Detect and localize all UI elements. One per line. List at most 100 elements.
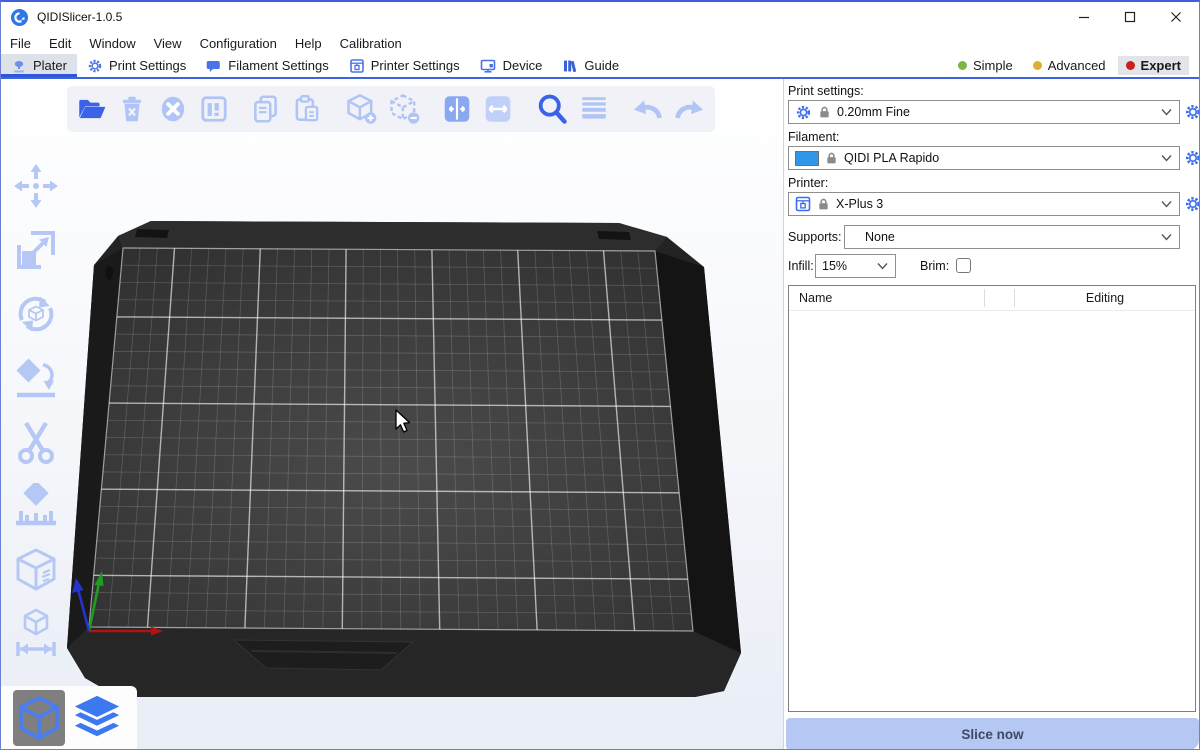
- printer-icon: [349, 58, 365, 74]
- build-plate: [1, 79, 783, 750]
- supports-label: Supports:: [788, 230, 842, 244]
- place-on-face-icon[interactable]: [10, 353, 62, 403]
- column-name: Name: [789, 289, 985, 307]
- menu-configuration[interactable]: Configuration: [191, 36, 286, 51]
- chevron-down-icon: [1161, 233, 1172, 241]
- filament-icon: [206, 58, 222, 74]
- filament-gear-button[interactable]: [1184, 149, 1200, 167]
- supports-combo[interactable]: None: [844, 225, 1180, 249]
- tab-print-settings[interactable]: Print Settings: [77, 54, 196, 77]
- printer-value: X-Plus 3: [836, 197, 883, 211]
- filament-value: QIDI PLA Rapido: [844, 151, 939, 165]
- viewport-3d[interactable]: [1, 79, 783, 750]
- object-list-header: Name Editing: [789, 286, 1195, 311]
- tab-label: Print Settings: [109, 58, 186, 73]
- print-settings-label: Print settings:: [788, 84, 864, 98]
- main-tab-bar: Plater Print Settings Filament Settings …: [1, 54, 1199, 79]
- device-monitor-icon: [480, 58, 497, 74]
- tab-guide[interactable]: Guide: [552, 54, 629, 77]
- column-extruder: [985, 289, 1015, 307]
- delete-icon[interactable]: [116, 92, 148, 126]
- redo-icon[interactable]: [673, 92, 707, 126]
- split-to-objects-icon[interactable]: [441, 92, 473, 126]
- infill-combo[interactable]: 15%: [815, 254, 896, 278]
- mode-label: Simple: [973, 58, 1013, 73]
- object-list: Name Editing: [788, 285, 1196, 712]
- move-icon[interactable]: [10, 161, 62, 211]
- search-icon[interactable]: [535, 92, 569, 126]
- tab-label: Plater: [33, 58, 67, 73]
- printer-combo[interactable]: X-Plus 3: [788, 192, 1180, 216]
- infill-value: 15%: [822, 259, 847, 273]
- brim-checkbox[interactable]: [956, 258, 971, 273]
- open-icon[interactable]: [75, 92, 107, 126]
- app-window: QIDISlicer-1.0.5 File Edit Window View C…: [0, 0, 1200, 750]
- tab-label: Filament Settings: [228, 58, 328, 73]
- remove-instance-icon[interactable]: [387, 92, 421, 126]
- slice-now-label: Slice now: [961, 727, 1023, 742]
- mode-advanced[interactable]: Advanced: [1025, 56, 1114, 75]
- seam-painting-icon[interactable]: [10, 545, 62, 595]
- expert-dot-icon: [1126, 61, 1135, 70]
- column-editing: Editing: [1015, 291, 1195, 305]
- close-button[interactable]: [1153, 2, 1199, 32]
- printer-icon: [795, 196, 811, 212]
- menu-file[interactable]: File: [1, 36, 40, 51]
- tab-filament-settings[interactable]: Filament Settings: [196, 54, 338, 77]
- menu-window[interactable]: Window: [80, 36, 144, 51]
- printer-label: Printer:: [788, 176, 828, 190]
- print-settings-gear-icon: [87, 58, 103, 74]
- tab-plater[interactable]: Plater: [1, 54, 77, 77]
- print-settings-gear-button[interactable]: [1184, 103, 1200, 121]
- menu-calibration[interactable]: Calibration: [331, 36, 411, 51]
- delete-all-icon[interactable]: [157, 92, 189, 126]
- plater-icon: [11, 58, 27, 74]
- filament-color-swatch: [795, 151, 819, 166]
- split-to-parts-icon[interactable]: [482, 92, 514, 126]
- filament-combo[interactable]: QIDI PLA Rapido: [788, 146, 1180, 170]
- mode-label: Expert: [1141, 58, 1181, 73]
- guide-books-icon: [562, 58, 578, 74]
- cut-icon[interactable]: [10, 417, 62, 467]
- arrange-icon[interactable]: [198, 92, 230, 126]
- maximize-button[interactable]: [1107, 2, 1153, 32]
- printer-gear-button[interactable]: [1184, 195, 1200, 213]
- slice-now-button[interactable]: Slice now: [786, 718, 1199, 750]
- view-toggle-bar: [1, 686, 137, 750]
- paint-on-supports-icon[interactable]: [10, 481, 62, 531]
- tab-device[interactable]: Device: [470, 54, 553, 77]
- chevron-down-icon: [877, 262, 888, 270]
- preview-view-button[interactable]: [71, 690, 123, 746]
- menu-view[interactable]: View: [145, 36, 191, 51]
- filament-label: Filament:: [788, 130, 839, 144]
- simple-dot-icon: [958, 61, 967, 70]
- minimize-button[interactable]: [1061, 2, 1107, 32]
- brim-label: Brim:: [920, 259, 949, 273]
- mode-simple[interactable]: Simple: [950, 56, 1021, 75]
- app-logo-icon: [10, 8, 29, 27]
- editor-3d-view-button[interactable]: [13, 690, 65, 746]
- print-settings-combo[interactable]: 0.20mm Fine: [788, 100, 1180, 124]
- tab-label: Printer Settings: [371, 58, 460, 73]
- mode-expert[interactable]: Expert: [1118, 56, 1189, 75]
- lock-icon: [817, 197, 830, 211]
- rotate-icon[interactable]: [10, 289, 62, 339]
- add-instance-icon[interactable]: [344, 92, 378, 126]
- settings-panel: Print settings: 0.20mm Fine Filament:: [783, 79, 1200, 750]
- scale-icon[interactable]: [10, 225, 62, 275]
- lock-icon: [825, 151, 838, 165]
- tab-printer-settings[interactable]: Printer Settings: [339, 54, 470, 77]
- menu-help[interactable]: Help: [286, 36, 331, 51]
- tab-label: Device: [503, 58, 543, 73]
- copy-icon[interactable]: [250, 92, 282, 126]
- undo-icon[interactable]: [630, 92, 664, 126]
- menu-edit[interactable]: Edit: [40, 36, 80, 51]
- variable-layer-height-icon[interactable]: [578, 92, 610, 126]
- measure-icon[interactable]: [10, 609, 62, 659]
- object-list-body[interactable]: [789, 311, 1195, 712]
- chevron-down-icon: [1161, 108, 1172, 116]
- gear-icon: [795, 104, 812, 121]
- paste-icon[interactable]: [291, 92, 323, 126]
- title-bar: QIDISlicer-1.0.5: [1, 2, 1199, 32]
- gizmo-toolbar: [1, 149, 71, 659]
